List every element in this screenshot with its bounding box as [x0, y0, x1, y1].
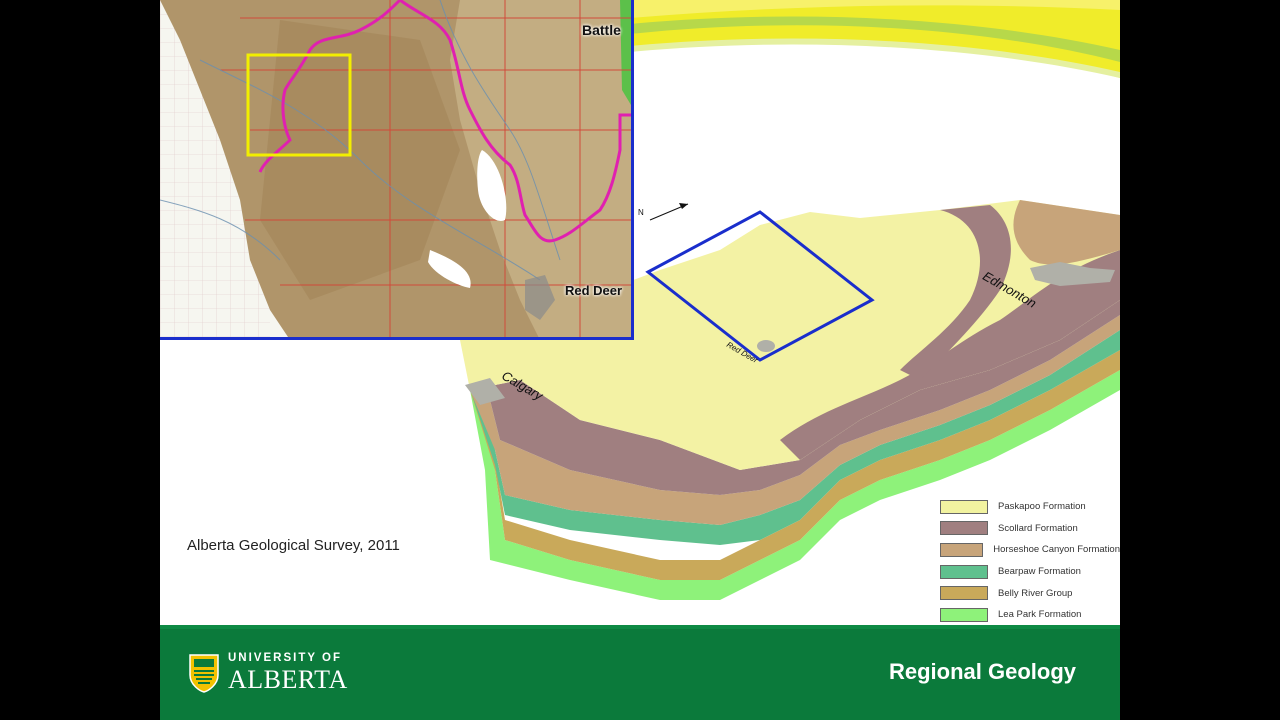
legend-swatch	[940, 499, 988, 514]
inset-map-graphic	[160, 0, 631, 337]
legend-item: Lea Park Formation	[940, 604, 1120, 626]
legend-swatch	[940, 564, 988, 579]
red-deer-patch	[757, 340, 775, 352]
university-logo: UNIVERSITY OF ALBERTA	[188, 651, 348, 695]
north-arrow-label: N	[638, 208, 644, 217]
legend-swatch	[940, 542, 984, 557]
legend-swatch	[940, 521, 988, 536]
slide-title: Regional Geology	[888, 659, 1076, 684]
legend-item: Bearpaw Formation	[940, 561, 1120, 583]
battle-label: Battle	[582, 22, 621, 38]
inset-map: Battle Red Deer	[160, 0, 634, 340]
legend-label: Horseshoe Canyon Formation	[993, 544, 1120, 556]
footer-bar: UNIVERSITY OF ALBERTA Regional Geology	[160, 625, 1120, 720]
logo-line2: ALBERTA	[228, 664, 348, 694]
legend-swatch	[940, 586, 988, 601]
legend-label: Lea Park Formation	[998, 609, 1082, 621]
legend-label: Paskapoo Formation	[998, 501, 1086, 513]
legend-item: Scollard Formation	[940, 518, 1120, 540]
legend-item: Paskapoo Formation	[940, 496, 1120, 518]
legend-item: Belly River Group	[940, 582, 1120, 604]
logo-line1: UNIVERSITY OF	[228, 652, 342, 665]
legend-label: Belly River Group	[998, 587, 1073, 599]
footer-band	[160, 625, 1120, 629]
source-credit: Alberta Geological Survey, 2011	[187, 537, 400, 554]
legend-label: Bearpaw Formation	[998, 566, 1081, 578]
legend-label: Scollard Formation	[998, 522, 1078, 534]
north-arrow	[649, 203, 689, 221]
legend-swatch	[940, 607, 988, 622]
slide: N Edmonton Calgary Red Deer Battle Red D…	[160, 0, 1120, 720]
crest-icon	[189, 654, 219, 693]
legend-item: Horseshoe Canyon Formation	[940, 539, 1120, 561]
red-deer-label: Red Deer	[565, 283, 623, 298]
legend: Paskapoo Formation Scollard Formation Ho…	[940, 496, 1120, 626]
